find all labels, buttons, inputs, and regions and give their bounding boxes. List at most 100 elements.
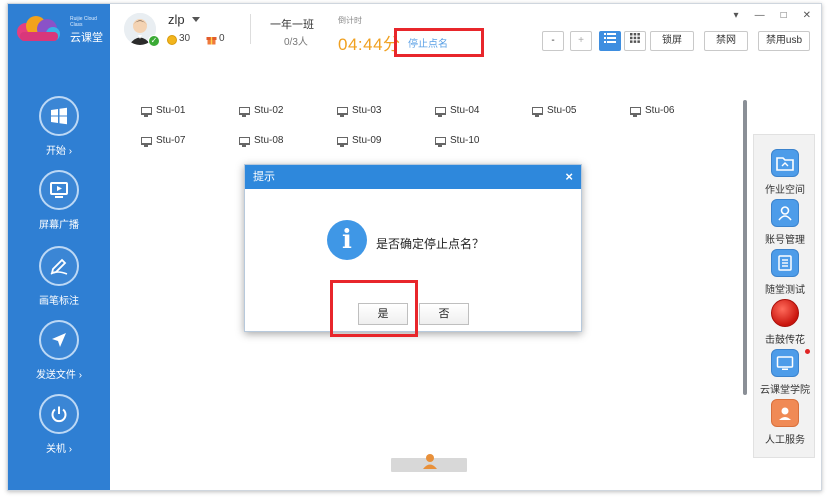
student-item[interactable]: Stu-09: [337, 135, 382, 147]
sidebar-item-send-file[interactable]: 发送文件 ›: [8, 320, 110, 388]
student-item[interactable]: Stu-08: [239, 135, 284, 147]
class-name: 一年一班: [270, 19, 314, 31]
student-item[interactable]: Stu-04: [435, 105, 480, 117]
info-icon: i: [327, 220, 367, 260]
ban-usb-button[interactable]: 禁用usb: [758, 31, 810, 51]
student-name: Stu-03: [352, 105, 382, 116]
student-name: Stu-06: [645, 105, 675, 116]
minimize-icon[interactable]: —: [755, 10, 765, 21]
drum-ball-icon: [771, 299, 799, 327]
dialog-message: 是否确定停止点名？: [376, 237, 485, 251]
customer-service-icon: [771, 399, 799, 427]
monitor-icon: [435, 136, 446, 147]
sidebar-item-pen-annotate[interactable]: 画笔标注: [8, 246, 110, 314]
monitor-icon: [239, 136, 250, 147]
monitor-icon: [141, 136, 152, 147]
student-name: Stu-02: [254, 105, 284, 116]
tool-label: 作业空间: [765, 185, 805, 196]
pen-annotate-icon: [39, 246, 79, 286]
gift-icon: [206, 37, 217, 45]
screen-broadcast-icon: [39, 170, 79, 210]
windows-icon: [39, 96, 79, 136]
monitor-icon: [435, 106, 446, 117]
power-icon: [39, 394, 79, 434]
monitor-icon: [630, 106, 641, 117]
student-item[interactable]: Stu-05: [532, 105, 576, 117]
gift-count: 0: [219, 33, 225, 44]
quiz-list-icon: [771, 249, 799, 277]
tool-label: 云课堂学院: [760, 385, 810, 396]
right-tool-panel: 作业空间 账号管理 随堂测试 击鼓传花 云课堂学院 人工服务: [753, 134, 815, 458]
sidebar-item-label: 发送文件 ›: [35, 370, 83, 381]
username[interactable]: zlp: [168, 12, 185, 27]
list-view-button[interactable]: [599, 31, 621, 51]
student-item[interactable]: Stu-07: [141, 135, 186, 147]
sidebar-item-label: 关机 ›: [45, 444, 73, 455]
window-controls: ▾ — □ ✕: [734, 10, 811, 21]
sidebar-item-start[interactable]: 开始 ›: [8, 96, 110, 164]
sidebar-item-shutdown[interactable]: 关机 ›: [8, 394, 110, 462]
student-name: Stu-07: [156, 135, 186, 146]
maximize-icon[interactable]: □: [781, 10, 787, 21]
ban-network-button[interactable]: 禁网: [704, 31, 748, 51]
highlight-stop-roll-call: [394, 28, 484, 57]
lock-screen-button[interactable]: 锁屏: [650, 31, 694, 51]
academy-monitor-icon: [771, 349, 799, 377]
tool-account-management[interactable]: 账号管理: [754, 199, 816, 246]
window-menu-icon[interactable]: ▾: [734, 10, 739, 21]
tool-quiz[interactable]: 随堂测试: [754, 249, 816, 296]
dialog-title: 提示: [253, 171, 275, 183]
sidebar-item-label: 画笔标注: [39, 296, 79, 307]
tool-homework-space[interactable]: 作业空间: [754, 149, 816, 196]
highlight-yes-button: [330, 280, 418, 337]
monitor-icon: [337, 136, 348, 147]
online-status-icon: ✓: [148, 35, 160, 47]
zoom-out-button[interactable]: -: [542, 31, 564, 51]
sidebar-item-screen-broadcast[interactable]: 屏幕广播: [8, 170, 110, 238]
tool-manual-service[interactable]: 人工服务: [754, 399, 816, 446]
vertical-scrollbar[interactable]: [743, 100, 747, 395]
student-name: Stu-09: [352, 135, 382, 146]
student-item[interactable]: Stu-10: [435, 135, 480, 147]
tool-label: 击鼓传花: [765, 335, 805, 346]
student-item[interactable]: Stu-06: [630, 105, 675, 117]
student-name: Stu-08: [254, 135, 284, 146]
zoom-in-button[interactable]: +: [570, 31, 592, 51]
logo-name: 云课堂: [70, 32, 103, 44]
tool-label: 账号管理: [765, 235, 805, 246]
header-divider: [250, 14, 251, 44]
close-icon[interactable]: ×: [565, 165, 573, 189]
tool-label: 随堂测试: [765, 285, 805, 296]
no-button[interactable]: 否: [419, 303, 469, 325]
coin-icon: [167, 35, 177, 45]
account-user-icon: [771, 199, 799, 227]
student-item[interactable]: Stu-01: [141, 105, 186, 117]
student-name: Stu-04: [450, 105, 480, 116]
tool-cloud-academy[interactable]: 云课堂学院: [754, 349, 816, 396]
class-attendance-count: 0/3人: [284, 37, 308, 48]
close-icon[interactable]: ✕: [803, 10, 811, 21]
coin-count: 30: [179, 33, 191, 44]
tool-pass-the-flower[interactable]: 击鼓传花: [754, 299, 816, 346]
teacher-person-icon: [423, 454, 437, 469]
sidebar-item-label: 开始 ›: [45, 146, 73, 157]
grid-view-button[interactable]: [624, 31, 646, 51]
student-item[interactable]: Stu-02: [239, 105, 284, 117]
sidebar: Ruijie Cloud Class 云课堂 开始 › 屏幕广播 画笔标注 发送…: [8, 4, 110, 490]
tool-label: 人工服务: [765, 435, 805, 446]
monitor-icon: [532, 106, 543, 117]
cloud-logo-icon: [17, 16, 60, 41]
monitor-icon: [337, 106, 348, 117]
notification-dot: [805, 349, 810, 354]
send-file-icon: [39, 320, 79, 360]
monitor-icon: [239, 106, 250, 117]
student-name: Stu-01: [156, 105, 186, 116]
dialog-title-bar: 提示 ×: [245, 165, 581, 189]
student-item[interactable]: Stu-03: [337, 105, 382, 117]
list-view-icon: [604, 33, 616, 43]
user-menu-caret-icon[interactable]: [192, 17, 200, 22]
student-name: Stu-10: [450, 135, 480, 146]
countdown-timer: 04:44分: [338, 35, 401, 54]
app-window: Ruijie Cloud Class 云课堂 开始 › 屏幕广播 画笔标注 发送…: [7, 3, 822, 491]
app-logo: Ruijie Cloud Class 云课堂: [12, 12, 106, 46]
